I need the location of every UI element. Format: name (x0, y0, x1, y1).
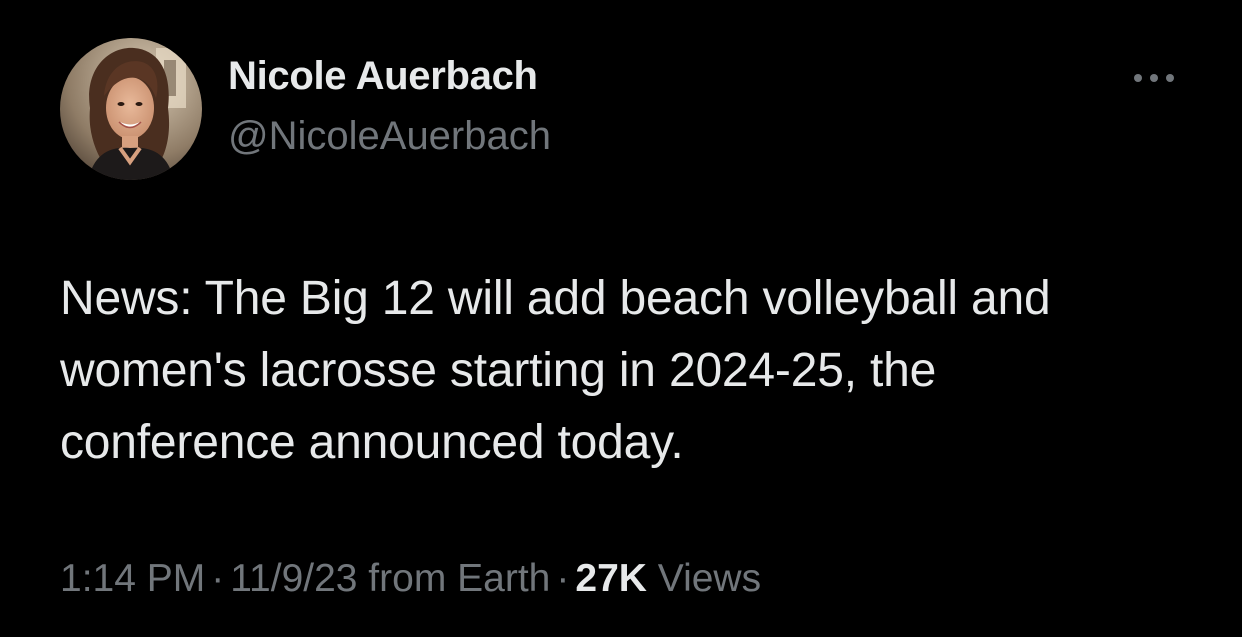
avatar[interactable] (60, 38, 202, 180)
meta-separator: · (556, 557, 570, 600)
more-horizontal-icon (1134, 74, 1174, 82)
views-count: 27K (575, 557, 647, 600)
tweet-meta: 1:14 PM · 11/9/23 from Earth · 27K Views (60, 557, 761, 601)
tweet-time[interactable]: 1:14 PM (60, 557, 205, 600)
author-handle[interactable]: @NicoleAuerbach (228, 114, 551, 159)
tweet-text: News: The Big 12 will add beach volleyba… (60, 263, 1200, 479)
tweet: Nicole Auerbach @NicoleAuerbach News: Th… (0, 0, 1242, 637)
tweet-date-source[interactable]: 11/9/23 from Earth (230, 557, 550, 600)
avatar-photo (60, 38, 202, 180)
more-options-button[interactable] (1124, 60, 1184, 96)
author-display-name[interactable]: Nicole Auerbach (228, 54, 538, 99)
tweet-text-line: women's lacrosse starting in 2024-25, th… (60, 344, 937, 397)
tweet-text-line: News: The Big 12 will add beach volleyba… (60, 272, 1051, 325)
tweet-text-line: conference announced today. (60, 416, 684, 469)
meta-separator: · (211, 557, 225, 600)
views-label: Views (657, 557, 762, 600)
